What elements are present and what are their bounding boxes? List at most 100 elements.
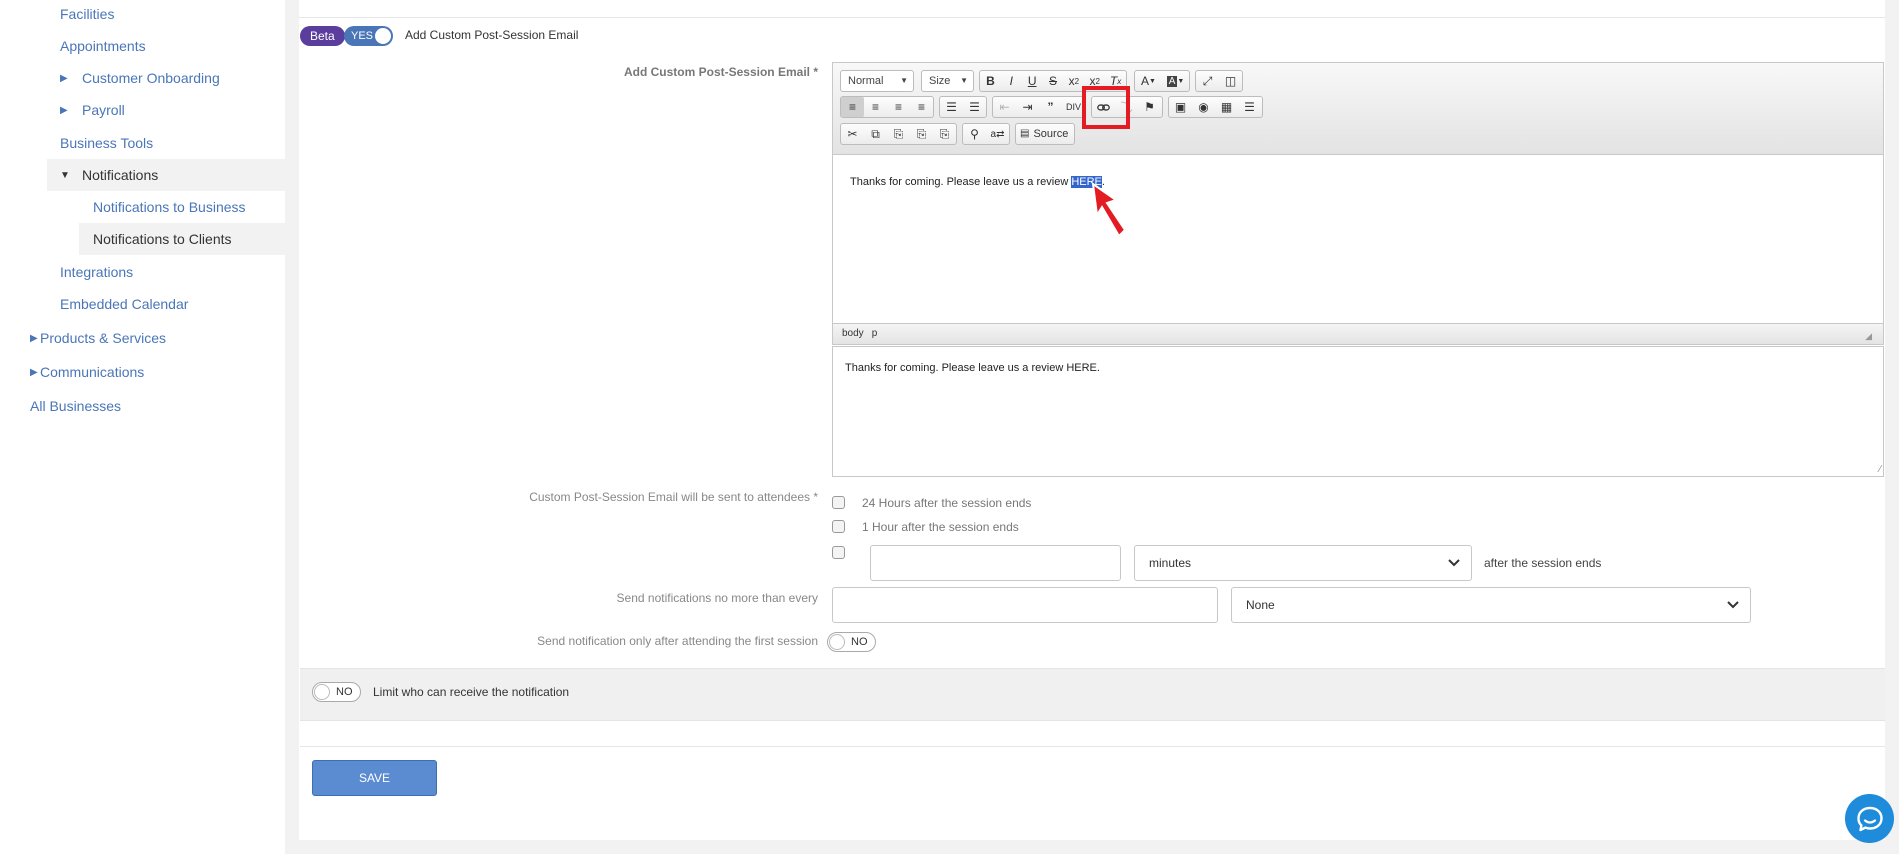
- annotation-highlight-box: [1082, 86, 1130, 129]
- strike-button[interactable]: S: [1043, 71, 1064, 91]
- sidebar-item-label: Integrations: [60, 264, 134, 280]
- sidebar-item-label: Customer Onboarding: [82, 70, 220, 86]
- preview-text: Thanks for coming. Please leave us a rev…: [845, 362, 1100, 374]
- sidebar: Facilities Appointments ▶ Customer Onboa…: [0, 0, 285, 854]
- top-strip: [299, 0, 1885, 18]
- schedule-label: Custom Post-Session Email will be sent t…: [529, 490, 818, 504]
- align-right-icon[interactable]: ≡: [887, 97, 910, 117]
- sidebar-item-notifications-to-business[interactable]: Notifications to Business: [93, 191, 246, 223]
- source-button[interactable]: ▤ Source: [1015, 123, 1076, 145]
- editor-text: Thanks for coming. Please leave us a rev…: [850, 176, 1072, 188]
- text-color-button[interactable]: A ▼: [1135, 71, 1162, 91]
- beta-badge: Beta: [300, 26, 345, 46]
- combo-arrow-icon: ▼: [960, 76, 968, 85]
- sidebar-item-facilities[interactable]: Facilities: [60, 0, 114, 30]
- flash-icon[interactable]: ◉: [1192, 97, 1215, 117]
- sidebar-item-label: Appointments: [60, 38, 146, 54]
- sidebar-item-label: Business Tools: [60, 135, 154, 151]
- frequency-select[interactable]: None: [1231, 587, 1751, 623]
- underline-button[interactable]: U: [1022, 71, 1043, 91]
- anchor-flag-icon[interactable]: ⚑: [1138, 97, 1161, 117]
- align-center-icon[interactable]: ≡: [864, 97, 887, 117]
- blockquote-icon[interactable]: ”: [1039, 97, 1062, 117]
- resize-handle-icon[interactable]: ∕: [1879, 464, 1881, 475]
- path-p[interactable]: p: [872, 328, 878, 339]
- sidebar-item-notifications[interactable]: ▼ Notifications: [60, 159, 158, 191]
- custom-time-input[interactable]: [870, 545, 1121, 581]
- annotation-arrow-icon: [1091, 181, 1127, 238]
- toggle-knob: [314, 684, 330, 700]
- first-session-label: Send notification only after attending t…: [537, 634, 818, 648]
- maximize-icon[interactable]: ⤢: [1196, 71, 1219, 91]
- format-combo[interactable]: Normal ▼: [840, 70, 914, 92]
- list-group: ☰ ☰: [939, 96, 987, 118]
- limit-toggle[interactable]: NO: [312, 682, 361, 702]
- sidebar-item-label: Notifications to Clients: [93, 231, 232, 247]
- replace-icon[interactable]: a⇄: [986, 124, 1009, 144]
- resize-handle-icon[interactable]: ◢: [1865, 331, 1872, 342]
- paste-icon[interactable]: ⎘: [887, 124, 910, 144]
- limit-panel: NO Limit who can receive the notificatio…: [300, 668, 1885, 721]
- plain-text-preview[interactable]: Thanks for coming. Please leave us a rev…: [832, 346, 1884, 477]
- sidebar-item-communications[interactable]: ▶ Communications: [30, 356, 144, 388]
- source-label: Source: [1033, 128, 1069, 140]
- editor-content-area[interactable]: Thanks for coming. Please leave us a rev…: [833, 155, 1883, 323]
- image-icon[interactable]: ▣: [1169, 97, 1192, 117]
- justify-icon[interactable]: ≡: [910, 97, 933, 117]
- sidebar-item-label: Communications: [40, 364, 145, 380]
- rich-text-editor: Normal ▼ Size ▼ B I U S x2 x2 Tx A ▼ A ▼ ⤢ ◫: [832, 62, 1884, 345]
- tools-group: ⤢ ◫: [1195, 70, 1243, 92]
- sidebar-item-label: All Businesses: [30, 398, 122, 414]
- show-blocks-icon[interactable]: ◫: [1219, 71, 1242, 91]
- source-icon: ▤: [1020, 128, 1030, 139]
- sidebar-item-integrations[interactable]: Integrations: [60, 256, 133, 288]
- sidebar-item-payroll[interactable]: ▶ Payroll: [60, 94, 125, 126]
- format-combo-value: Normal: [848, 75, 884, 87]
- checkbox-custom-time[interactable]: [832, 546, 845, 559]
- toggle-knob: [829, 634, 845, 650]
- indent-group: ⇤ ⇥ ” DIV: [992, 96, 1086, 118]
- checkbox-24-hours[interactable]: [832, 496, 845, 509]
- sidebar-item-notifications-to-clients[interactable]: Notifications to Clients: [93, 223, 232, 255]
- paste-text-icon[interactable]: ⎘: [910, 124, 933, 144]
- cut-icon[interactable]: ✂: [841, 124, 864, 144]
- sidebar-item-business-tools[interactable]: Business Tools: [60, 127, 153, 159]
- align-left-icon[interactable]: ≡: [841, 97, 864, 117]
- indent-icon[interactable]: ⇥: [1016, 97, 1039, 117]
- italic-button[interactable]: I: [1001, 71, 1022, 91]
- bulleted-list-icon[interactable]: ☰: [963, 97, 986, 117]
- caret-right-icon: ▶: [60, 72, 68, 84]
- table-icon[interactable]: ▦: [1215, 97, 1238, 117]
- sidebar-item-embedded-calendar[interactable]: Embedded Calendar: [60, 288, 188, 320]
- horizontal-line-icon[interactable]: ☰: [1238, 97, 1261, 117]
- save-button[interactable]: SAVE: [312, 760, 437, 796]
- clipboard-group: ✂ ⧉ ⎘ ⎘ ⎘: [840, 123, 957, 145]
- checkbox-1-hour[interactable]: [832, 520, 845, 533]
- sidebar-item-customer-onboarding[interactable]: ▶ Customer Onboarding: [60, 62, 220, 94]
- first-session-toggle[interactable]: NO: [827, 632, 876, 652]
- toggle-label: YES: [351, 30, 374, 42]
- copy-icon[interactable]: ⧉: [864, 124, 887, 144]
- outdent-icon[interactable]: ⇤: [993, 97, 1016, 117]
- size-combo[interactable]: Size ▼: [921, 70, 974, 92]
- caret-right-icon: ▶: [60, 104, 68, 116]
- custom-email-toggle[interactable]: YES: [344, 26, 393, 46]
- numbered-list-icon[interactable]: ☰: [940, 97, 963, 117]
- frequency-input[interactable]: [832, 587, 1218, 623]
- sidebar-item-all-businesses[interactable]: All Businesses: [30, 390, 121, 422]
- sidebar-item-appointments[interactable]: Appointments: [60, 30, 146, 62]
- size-combo-value: Size: [929, 75, 951, 87]
- chat-widget-button[interactable]: [1845, 794, 1894, 843]
- time-unit-value: minutes: [1149, 556, 1192, 570]
- path-body[interactable]: body: [842, 328, 864, 339]
- bold-button[interactable]: B: [980, 71, 1001, 91]
- sidebar-item-products-services[interactable]: ▶ Products & Services: [30, 322, 166, 354]
- bg-color-button[interactable]: A ▼: [1162, 71, 1189, 91]
- frequency-label: Send notifications no more than every: [616, 591, 818, 605]
- find-icon[interactable]: ⚲: [963, 124, 986, 144]
- toggle-label: NO: [336, 686, 353, 698]
- paste-word-icon[interactable]: ⎘: [933, 124, 956, 144]
- time-unit-select[interactable]: minutes: [1134, 545, 1472, 581]
- combo-arrow-icon: ▼: [900, 76, 908, 85]
- find-group: ⚲ a⇄: [962, 123, 1010, 145]
